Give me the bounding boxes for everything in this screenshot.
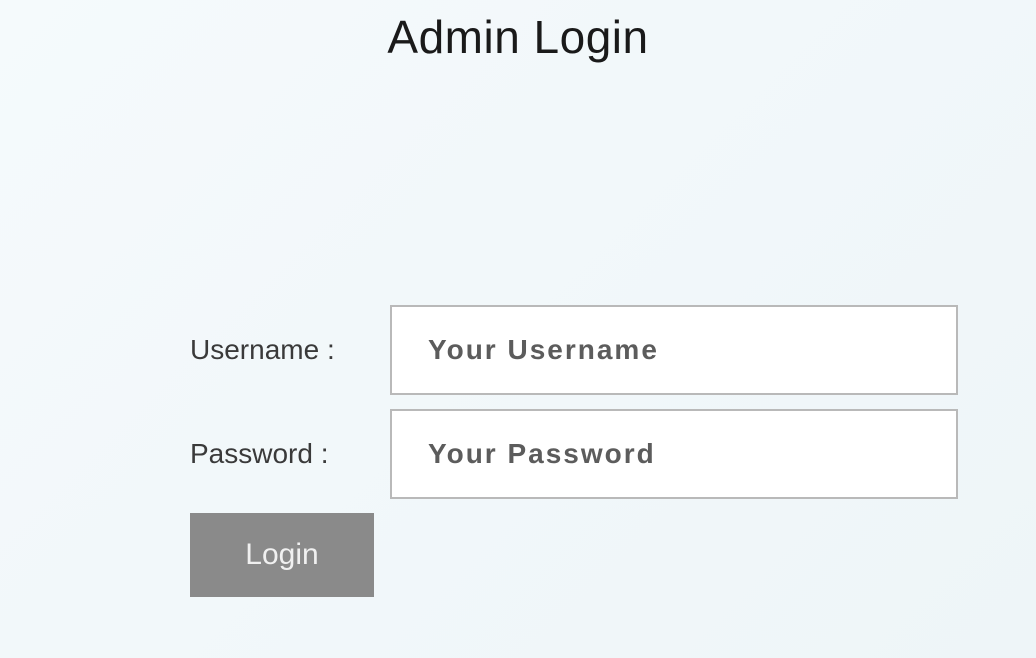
username-label: Username : bbox=[190, 334, 390, 366]
login-button[interactable]: Login bbox=[190, 513, 374, 597]
password-label: Password : bbox=[190, 438, 390, 470]
username-row: Username : bbox=[190, 305, 970, 395]
password-row: Password : bbox=[190, 409, 970, 499]
password-input[interactable] bbox=[390, 409, 958, 499]
login-form: Username : Password : Login bbox=[190, 305, 970, 597]
username-input[interactable] bbox=[390, 305, 958, 395]
page-title: Admin Login bbox=[0, 10, 1036, 64]
